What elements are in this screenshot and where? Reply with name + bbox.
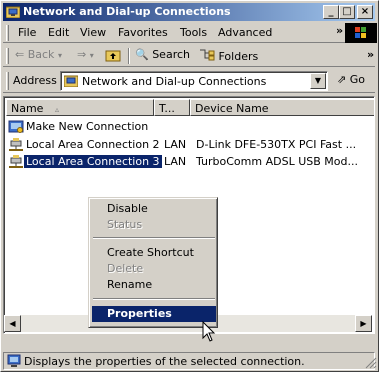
scroll-right-button[interactable]: ▶ — [355, 315, 372, 332]
connection-type: LAN — [164, 155, 187, 168]
menubar-grip[interactable] — [6, 25, 9, 41]
menu-advanced[interactable]: Advanced — [215, 26, 275, 41]
address-dropdown-button[interactable]: ▼ — [310, 73, 326, 89]
menu-item-disable[interactable]: Disable — [92, 201, 216, 217]
network-folder-icon — [6, 6, 20, 18]
network-status-icon — [7, 354, 21, 367]
window-title: Network and Dial-up Connections — [23, 5, 231, 18]
up-folder-icon — [105, 50, 121, 62]
close-button[interactable]: × — [357, 5, 373, 19]
addressbar-grip[interactable] — [6, 72, 9, 90]
menu-overflow-chevron[interactable]: » — [336, 24, 343, 37]
network-folder-icon — [64, 75, 78, 87]
back-label: Back — [27, 48, 55, 61]
toolbar-overflow-chevron[interactable]: » — [367, 48, 374, 64]
status-bar: Displays the properties of the selected … — [3, 351, 378, 371]
connection-device: D-Link DFE-530TX PCI Fast ... — [196, 138, 357, 151]
back-dropdown-icon: ▾ — [57, 51, 62, 60]
menu-edit[interactable]: Edit — [45, 26, 72, 41]
scroll-left-button[interactable]: ◀ — [4, 315, 21, 332]
column-header-type[interactable]: T... — [154, 99, 190, 116]
menu-favorites[interactable]: Favorites — [115, 26, 171, 41]
search-button[interactable]: 🔍 Search — [135, 48, 190, 64]
explorer-window: Network and Dial-up Connections _ □ × Fi… — [0, 0, 379, 372]
standard-toolbar: ⇐ Back ▾ ⇒ ▾ 🔍 Search Folders » — [3, 45, 375, 67]
title-bar[interactable]: Network and Dial-up Connections _ □ × — [3, 3, 375, 21]
folders-button[interactable]: Folders — [199, 48, 258, 64]
maximize-button[interactable]: □ — [339, 5, 355, 19]
up-folder-button[interactable] — [105, 48, 121, 64]
status-panel: Displays the properties of the selected … — [3, 352, 375, 370]
forward-arrow-icon: ⇒ — [77, 48, 87, 61]
minimize-button[interactable]: _ — [323, 5, 339, 19]
forward-dropdown-icon: ▾ — [89, 51, 94, 60]
status-text: Displays the properties of the selected … — [24, 355, 305, 368]
menu-file[interactable]: File — [15, 26, 39, 41]
make-connection-icon — [8, 120, 24, 133]
resize-grip-icon[interactable] — [365, 357, 377, 369]
folders-label: Folders — [218, 50, 259, 63]
arrow-right-icon: ▶ — [360, 319, 367, 328]
search-icon: 🔍 — [135, 48, 149, 61]
address-field[interactable]: Network and Dial-up Connections ▼ — [60, 71, 328, 91]
toolbar-separator — [128, 48, 130, 64]
mouse-pointer-icon — [202, 321, 216, 342]
go-arrow-icon: ⇗ — [337, 73, 347, 86]
menu-separator — [93, 237, 215, 239]
lan-connection-icon — [9, 155, 23, 168]
menu-item-properties[interactable]: Properties — [92, 306, 216, 322]
menu-separator — [93, 298, 215, 300]
address-value: Network and Dial-up Connections — [82, 75, 267, 88]
column-name-label: Name — [11, 102, 44, 115]
back-arrow-icon: ⇐ — [15, 48, 25, 61]
chevron-down-icon: ▼ — [314, 76, 322, 85]
menu-item-status[interactable]: Status — [92, 217, 216, 233]
windows-flag-icon — [355, 27, 366, 38]
go-label: Go — [349, 73, 365, 86]
connection-device: TurboComm ADSL USB Mod... — [196, 155, 358, 168]
list-item-selected[interactable]: Local Area Connection 3 LAN TurboComm AD… — [6, 154, 374, 170]
menu-bar: File Edit View Favorites Tools Advanced … — [3, 23, 377, 43]
search-label: Search — [152, 48, 190, 61]
address-label: Address — [13, 74, 57, 87]
folders-icon — [200, 49, 215, 61]
address-bar: Address Network and Dial-up Connections … — [3, 69, 375, 93]
connection-name: Make New Connection — [26, 120, 149, 133]
column-header-name[interactable]: Name ▵ — [6, 99, 154, 116]
lan-connection-icon — [9, 138, 23, 151]
menu-tools[interactable]: Tools — [177, 26, 210, 41]
windows-logo — [345, 23, 377, 43]
column-header-device[interactable]: Device Name — [190, 99, 374, 116]
forward-button[interactable]: ⇒ ▾ — [77, 48, 94, 64]
sort-ascending-icon: ▵ — [54, 105, 59, 114]
menu-item-delete[interactable]: Delete — [92, 261, 216, 277]
toolbar-grip[interactable] — [6, 48, 9, 64]
context-menu: Disable Status Create Shortcut Delete Re… — [88, 197, 218, 328]
connection-type: LAN — [164, 138, 187, 151]
back-button[interactable]: ⇐ Back ▾ — [15, 48, 62, 64]
list-item[interactable]: Local Area Connection 2 LAN D-Link DFE-5… — [6, 137, 374, 153]
list-item[interactable]: Make New Connection — [6, 119, 374, 135]
menu-view[interactable]: View — [77, 26, 109, 41]
connection-name: Local Area Connection 3 — [23, 154, 163, 169]
menu-item-rename[interactable]: Rename — [92, 277, 216, 293]
menu-item-create-shortcut[interactable]: Create Shortcut — [92, 245, 216, 261]
connection-name: Local Area Connection 2 — [26, 138, 160, 151]
arrow-left-icon: ◀ — [9, 319, 16, 328]
go-button[interactable]: ⇗ Go — [337, 73, 365, 86]
